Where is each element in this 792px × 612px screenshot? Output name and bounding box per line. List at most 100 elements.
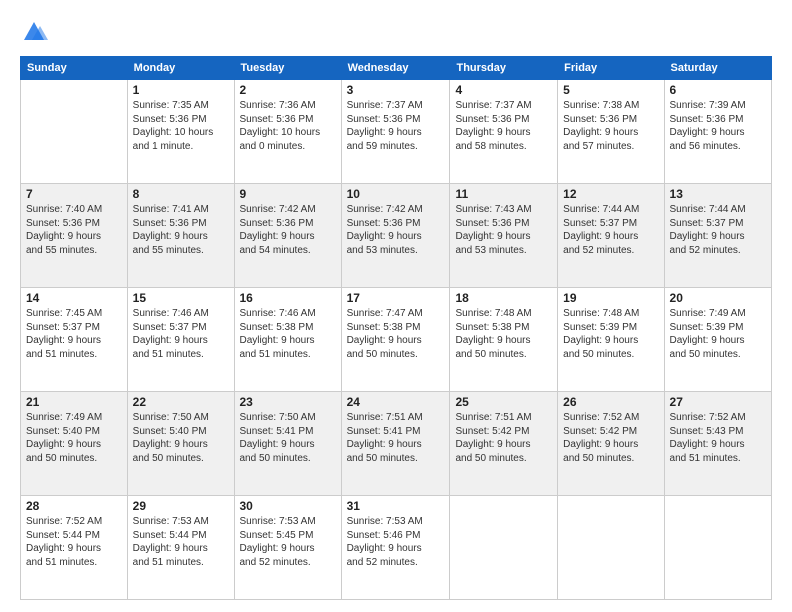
calendar-cell: 13Sunrise: 7:44 AM Sunset: 5:37 PM Dayli…	[664, 184, 771, 288]
day-info: Sunrise: 7:53 AM Sunset: 5:46 PM Dayligh…	[347, 515, 445, 569]
logo	[20, 18, 50, 46]
day-info: Sunrise: 7:41 AM Sunset: 5:36 PM Dayligh…	[133, 203, 229, 257]
day-info: Sunrise: 7:45 AM Sunset: 5:37 PM Dayligh…	[26, 307, 122, 361]
calendar-cell: 14 Sunrise: 7:45 AM Sunset: 5:37 PM Dayli…	[21, 288, 128, 392]
day-info: Sunrise: 7:44 AM Sunset: 5:37 PM Dayligh…	[563, 203, 658, 257]
calendar-cell	[21, 80, 128, 184]
calendar-cell: 3 Sunrise: 7:37 AM Sunset: 5:36 PM Daylig…	[341, 80, 450, 184]
day-number: 30	[240, 499, 336, 513]
weekday-header: Sunday	[21, 57, 128, 80]
day-info: Sunrise: 7:47 AM Sunset: 5:38 PM Dayligh…	[347, 307, 445, 361]
day-info: Sunrise: 7:36 AM Sunset: 5:36 PM Dayligh…	[240, 99, 336, 153]
calendar-cell: 17 Sunrise: 7:47 AM Sunset: 5:38 PM Dayli…	[341, 288, 450, 392]
calendar-cell: 30 Sunrise: 7:53 AM Sunset: 5:45 PM Dayli…	[234, 496, 341, 600]
calendar-cell: 1 Sunrise: 7:35 AM Sunset: 5:36 PM Daylig…	[127, 80, 234, 184]
day-info: Sunrise: 7:42 AM Sunset: 5:36 PM Dayligh…	[347, 203, 445, 257]
calendar-cell: 20Sunrise: 7:49 AM Sunset: 5:39 PM Dayli…	[664, 288, 771, 392]
calendar-week-row: 7Sunrise: 7:40 AM Sunset: 5:36 PM Daylig…	[21, 184, 772, 288]
day-number: 31	[347, 499, 445, 513]
day-number: 12	[563, 187, 658, 201]
calendar-cell	[664, 496, 771, 600]
calendar-cell: 9 Sunrise: 7:42 AM Sunset: 5:36 PM Daylig…	[234, 184, 341, 288]
day-number: 8	[133, 187, 229, 201]
day-info: Sunrise: 7:52 AM Sunset: 5:44 PM Dayligh…	[26, 515, 122, 569]
calendar-cell: 4 Sunrise: 7:37 AM Sunset: 5:36 PM Daylig…	[450, 80, 558, 184]
calendar-cell: 19 Sunrise: 7:48 AM Sunset: 5:39 PM Dayli…	[558, 288, 664, 392]
calendar-cell: 28 Sunrise: 7:52 AM Sunset: 5:44 PM Dayli…	[21, 496, 128, 600]
day-info: Sunrise: 7:48 AM Sunset: 5:39 PM Dayligh…	[563, 307, 658, 361]
day-number: 6	[670, 83, 766, 97]
calendar-cell: 7Sunrise: 7:40 AM Sunset: 5:36 PM Daylig…	[21, 184, 128, 288]
day-number: 5	[563, 83, 658, 97]
day-number: 19	[563, 291, 658, 305]
day-info: Sunrise: 7:49 AM Sunset: 5:40 PM Dayligh…	[26, 411, 122, 465]
weekday-header: Thursday	[450, 57, 558, 80]
day-info: Sunrise: 7:52 AM Sunset: 5:42 PM Dayligh…	[563, 411, 658, 465]
calendar-cell: 10 Sunrise: 7:42 AM Sunset: 5:36 PM Dayli…	[341, 184, 450, 288]
day-number: 24	[347, 395, 445, 409]
day-info: Sunrise: 7:42 AM Sunset: 5:36 PM Dayligh…	[240, 203, 336, 257]
day-info: Sunrise: 7:37 AM Sunset: 5:36 PM Dayligh…	[347, 99, 445, 153]
day-number: 10	[347, 187, 445, 201]
day-info: Sunrise: 7:53 AM Sunset: 5:45 PM Dayligh…	[240, 515, 336, 569]
day-number: 16	[240, 291, 336, 305]
calendar-cell: 8 Sunrise: 7:41 AM Sunset: 5:36 PM Daylig…	[127, 184, 234, 288]
calendar-cell	[450, 496, 558, 600]
weekday-header: Wednesday	[341, 57, 450, 80]
calendar-cell: 16 Sunrise: 7:46 AM Sunset: 5:38 PM Dayli…	[234, 288, 341, 392]
calendar-cell: 21 Sunrise: 7:49 AM Sunset: 5:40 PM Dayli…	[21, 392, 128, 496]
day-number: 9	[240, 187, 336, 201]
day-info: Sunrise: 7:53 AM Sunset: 5:44 PM Dayligh…	[133, 515, 229, 569]
day-number: 26	[563, 395, 658, 409]
day-number: 1	[133, 83, 229, 97]
day-number: 11	[455, 187, 552, 201]
day-number: 14	[26, 291, 122, 305]
weekday-header: Monday	[127, 57, 234, 80]
day-number: 28	[26, 499, 122, 513]
calendar-cell: 23 Sunrise: 7:50 AM Sunset: 5:41 PM Dayli…	[234, 392, 341, 496]
day-number: 23	[240, 395, 336, 409]
day-info: Sunrise: 7:37 AM Sunset: 5:36 PM Dayligh…	[455, 99, 552, 153]
calendar-week-row: 28 Sunrise: 7:52 AM Sunset: 5:44 PM Dayli…	[21, 496, 772, 600]
header	[20, 18, 772, 46]
day-number: 4	[455, 83, 552, 97]
day-info: Sunrise: 7:46 AM Sunset: 5:38 PM Dayligh…	[240, 307, 336, 361]
weekday-header: Friday	[558, 57, 664, 80]
day-number: 17	[347, 291, 445, 305]
calendar-table: SundayMondayTuesdayWednesdayThursdayFrid…	[20, 56, 772, 600]
calendar-cell: 12 Sunrise: 7:44 AM Sunset: 5:37 PM Dayli…	[558, 184, 664, 288]
day-info: Sunrise: 7:48 AM Sunset: 5:38 PM Dayligh…	[455, 307, 552, 361]
calendar-cell: 15 Sunrise: 7:46 AM Sunset: 5:37 PM Dayli…	[127, 288, 234, 392]
day-number: 3	[347, 83, 445, 97]
day-number: 22	[133, 395, 229, 409]
calendar-cell: 18 Sunrise: 7:48 AM Sunset: 5:38 PM Dayli…	[450, 288, 558, 392]
calendar-header-row: SundayMondayTuesdayWednesdayThursdayFrid…	[21, 57, 772, 80]
logo-icon	[20, 18, 48, 46]
calendar-cell: 26 Sunrise: 7:52 AM Sunset: 5:42 PM Dayli…	[558, 392, 664, 496]
day-info: Sunrise: 7:50 AM Sunset: 5:41 PM Dayligh…	[240, 411, 336, 465]
day-info: Sunrise: 7:51 AM Sunset: 5:42 PM Dayligh…	[455, 411, 552, 465]
day-info: Sunrise: 7:35 AM Sunset: 5:36 PM Dayligh…	[133, 99, 229, 153]
day-info: Sunrise: 7:46 AM Sunset: 5:37 PM Dayligh…	[133, 307, 229, 361]
day-info: Sunrise: 7:44 AM Sunset: 5:37 PM Dayligh…	[670, 203, 766, 257]
calendar-cell: 25Sunrise: 7:51 AM Sunset: 5:42 PM Dayli…	[450, 392, 558, 496]
day-number: 21	[26, 395, 122, 409]
weekday-header: Saturday	[664, 57, 771, 80]
day-number: 27	[670, 395, 766, 409]
day-info: Sunrise: 7:50 AM Sunset: 5:40 PM Dayligh…	[133, 411, 229, 465]
calendar-cell: 6 Sunrise: 7:39 AM Sunset: 5:36 PM Daylig…	[664, 80, 771, 184]
day-number: 15	[133, 291, 229, 305]
calendar-cell: 27 Sunrise: 7:52 AM Sunset: 5:43 PM Dayli…	[664, 392, 771, 496]
weekday-header: Tuesday	[234, 57, 341, 80]
day-info: Sunrise: 7:39 AM Sunset: 5:36 PM Dayligh…	[670, 99, 766, 153]
day-info: Sunrise: 7:40 AM Sunset: 5:36 PM Dayligh…	[26, 203, 122, 257]
day-number: 20	[670, 291, 766, 305]
day-info: Sunrise: 7:51 AM Sunset: 5:41 PM Dayligh…	[347, 411, 445, 465]
calendar-cell: 5Sunrise: 7:38 AM Sunset: 5:36 PM Daylig…	[558, 80, 664, 184]
day-number: 18	[455, 291, 552, 305]
calendar-week-row: 14 Sunrise: 7:45 AM Sunset: 5:37 PM Dayli…	[21, 288, 772, 392]
calendar-cell: 29Sunrise: 7:53 AM Sunset: 5:44 PM Dayli…	[127, 496, 234, 600]
day-info: Sunrise: 7:52 AM Sunset: 5:43 PM Dayligh…	[670, 411, 766, 465]
calendar-cell: 24 Sunrise: 7:51 AM Sunset: 5:41 PM Dayli…	[341, 392, 450, 496]
page: SundayMondayTuesdayWednesdayThursdayFrid…	[0, 0, 792, 612]
